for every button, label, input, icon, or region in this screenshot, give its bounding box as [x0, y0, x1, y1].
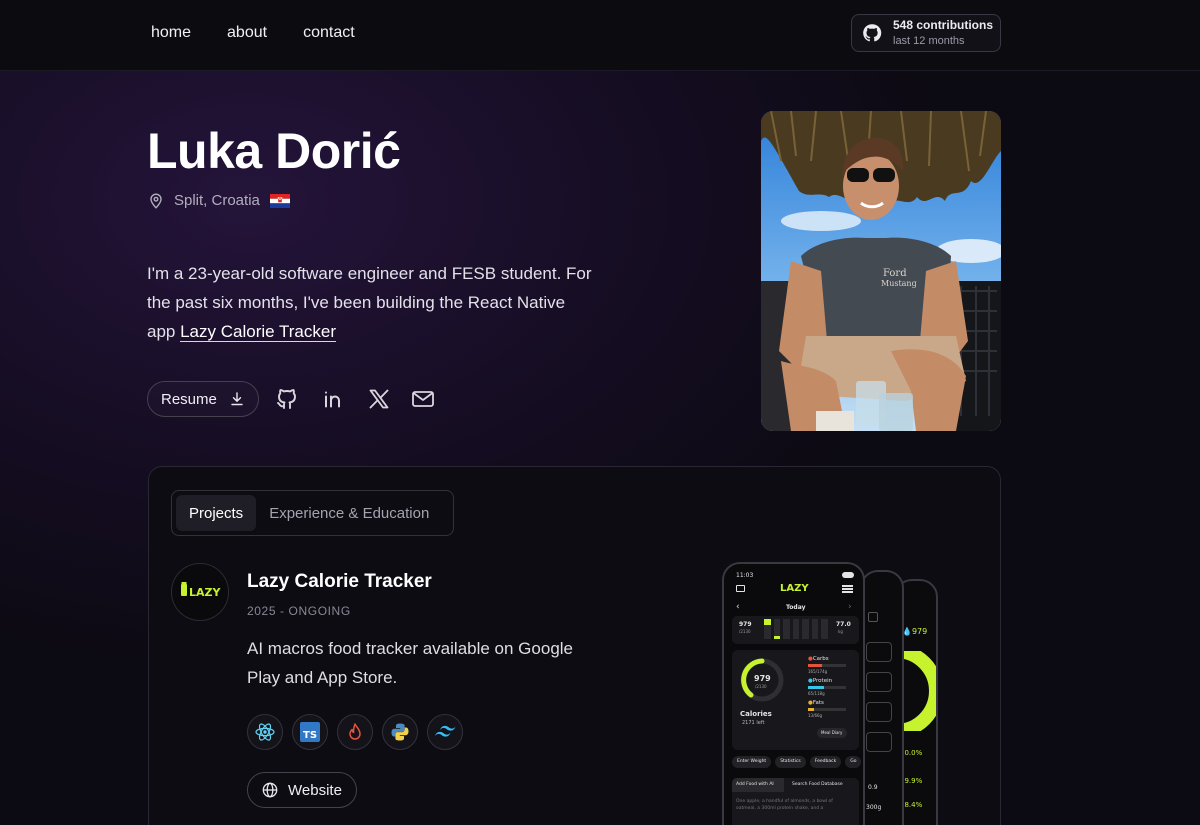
phone-day: Today [786, 604, 806, 611]
github-icon [863, 24, 882, 42]
download-icon [231, 392, 243, 406]
nav-link-about[interactable]: about [227, 24, 267, 42]
add-food-ai-tab[interactable]: Add Food with AI [736, 782, 774, 787]
macro-fats: Fats [812, 700, 824, 706]
search-food-tab[interactable]: Search Food Database [792, 782, 843, 787]
macro-fats-goal: /66g [813, 713, 823, 718]
nav-link-home[interactable]: home [151, 24, 191, 42]
firebase-icon [337, 714, 373, 750]
side-small-2: 300g [866, 804, 882, 811]
project-date: 2025 - ONGOING [247, 604, 351, 618]
github-icon [276, 389, 296, 409]
week-goal: /2130 [739, 629, 751, 634]
linkedin-link[interactable] [321, 387, 345, 411]
profile-name: Luka Dorić [147, 123, 401, 179]
project-title: Lazy Calorie Tracker [247, 571, 432, 592]
bio-app-link[interactable]: Lazy Calorie Tracker [180, 322, 336, 342]
projects-card: Projects Experience & Education LAZY Laz… [148, 466, 1001, 825]
ring-goal: /2130 [755, 684, 767, 689]
python-icon [382, 714, 418, 750]
tab-experience-education[interactable]: Experience & Education [256, 495, 442, 531]
resume-label: Resume [161, 390, 217, 408]
github-contributions-badge[interactable]: 548 contributions last 12 months [851, 14, 1001, 52]
app-screenshots: 💧979 30.0% 19.9% 18.4% 0.9 300g 11:03 LA… [722, 562, 942, 825]
tech-stack: TS [247, 714, 472, 750]
ring-left: 2171 left [742, 720, 765, 726]
chip-statistics[interactable]: Statistics [775, 756, 806, 768]
globe-icon [262, 782, 278, 798]
nav-links: home about contact [151, 24, 391, 42]
contributions-count: 548 contributions [893, 18, 994, 33]
tailwind-icon [427, 714, 463, 750]
bio: I'm a 23-year-old software engineer and … [147, 259, 597, 346]
x-link[interactable] [367, 387, 391, 411]
tab-projects[interactable]: Projects [176, 495, 257, 531]
phone-time: 11:03 [736, 572, 754, 579]
mail-icon [411, 391, 434, 407]
chip-go[interactable]: Go [845, 756, 862, 768]
svg-text:Mustang: Mustang [881, 279, 917, 288]
website-button[interactable]: Website [247, 772, 357, 808]
food-input-hint[interactable]: One apple, a handful of almonds, a bowl … [736, 798, 854, 812]
chip-feedback[interactable]: Feedback [809, 756, 842, 768]
contributions-period: last 12 months [893, 34, 965, 47]
phone-mockup-middle: 0.9 300g [860, 570, 904, 825]
svg-text:Ford: Ford [883, 268, 907, 279]
github-link[interactable] [275, 387, 299, 411]
typescript-icon: TS [292, 714, 328, 750]
project-logo: LAZY [171, 563, 229, 621]
macro-carbs-value: 165 [808, 669, 816, 674]
macro-carbs-goal: /174g [815, 669, 828, 674]
profile-photo: Ford Mustang [761, 111, 1001, 431]
email-link[interactable] [411, 387, 435, 411]
weight-value: 77.0 [836, 621, 851, 628]
location-text: Split, Croatia [174, 192, 260, 209]
resume-button[interactable]: Resume [147, 381, 259, 417]
chip-enter-weight[interactable]: Enter Weight [732, 756, 772, 768]
svg-text:TS: TS [303, 730, 317, 741]
react-icon [247, 714, 283, 750]
macro-protein: Protein [812, 678, 833, 684]
meal-diary-button[interactable]: Meal Diary [821, 730, 842, 735]
phone-mockup-front: 11:03 LAZY ‹ Today › 979 /2130 77.0 kg 9… [722, 562, 865, 825]
side-calories: 979 [911, 627, 928, 636]
croatia-flag-icon [269, 193, 290, 208]
linkedin-icon [324, 391, 340, 408]
nav-link-contact[interactable]: contact [303, 24, 355, 42]
project-logo-text: LAZY [189, 586, 221, 599]
macro-carbs: Carbs [812, 656, 829, 662]
phone-brand: LAZY [780, 583, 809, 594]
ring-label: Calories [740, 710, 772, 718]
macro-protein-goal: /118g [813, 691, 825, 696]
project-description: AI macros food tracker available on Goog… [247, 639, 574, 687]
x-icon [369, 389, 389, 409]
weight-unit: kg [838, 629, 843, 634]
ring-calories: 979 [754, 674, 771, 683]
location: Split, Croatia [149, 192, 290, 209]
hero-actions: Resume [147, 381, 435, 417]
website-label: Website [288, 781, 342, 799]
week-calories: 979 [739, 621, 752, 628]
section-tabs: Projects Experience & Education [171, 490, 454, 536]
side-small-1: 0.9 [868, 784, 878, 791]
map-pin-icon [150, 192, 162, 209]
top-nav: home about contact 548 contributions las… [0, 0, 1200, 71]
